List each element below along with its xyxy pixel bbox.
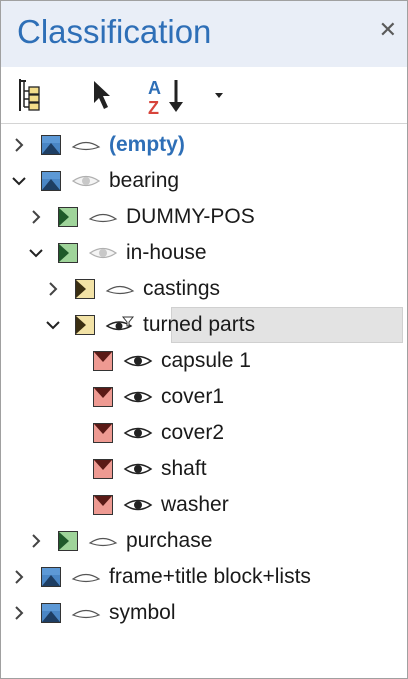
eye-icon[interactable] (123, 352, 153, 370)
part-icon (93, 387, 113, 407)
eye-icon[interactable] (123, 424, 153, 442)
svg-text:Z: Z (148, 98, 159, 116)
tree-item-label: in-house (126, 241, 207, 264)
tree-item[interactable]: cover2 (1, 415, 407, 451)
eye-icon[interactable] (123, 496, 153, 514)
cursor-arrow-icon[interactable] (83, 73, 123, 117)
tree-item-label: purchase (126, 529, 213, 552)
folder-yellow-icon (75, 279, 95, 299)
chevron-down-icon[interactable] (28, 245, 44, 261)
chevron-right-icon[interactable] (45, 281, 61, 297)
chevron-right-icon[interactable] (11, 569, 27, 585)
chevron-right-icon[interactable] (28, 533, 44, 549)
chevron-right-icon[interactable] (28, 209, 44, 225)
part-icon (93, 351, 113, 371)
folder-blue-icon (41, 567, 61, 587)
tree-item-label: symbol (109, 601, 176, 624)
eye-closed-icon[interactable] (71, 604, 101, 622)
tree-item-label: castings (143, 277, 221, 300)
tree-item[interactable]: frame+title block+lists (1, 559, 407, 595)
tree-item[interactable]: purchase (1, 523, 407, 559)
toolbar: A Z (1, 67, 407, 124)
eye-closed-icon[interactable] (88, 532, 118, 550)
tree-item[interactable]: shaft (1, 451, 407, 487)
tree-item[interactable]: DUMMY-POS (1, 199, 407, 235)
chevron-right-icon[interactable] (11, 137, 27, 153)
eye-icon[interactable] (123, 460, 153, 478)
panel-header: Classification ✕ (1, 1, 407, 67)
tree-item-label: cover2 (161, 421, 225, 444)
folder-green-icon (58, 531, 78, 551)
chevron-down-icon[interactable] (45, 317, 61, 333)
tree-item-label: capsule 1 (161, 349, 251, 372)
tree-item-label: turned parts (143, 313, 256, 336)
tree-item[interactable]: cover1 (1, 379, 407, 415)
tree-item-label: washer (161, 493, 229, 516)
eye-closed-icon[interactable] (88, 208, 118, 226)
dropdown-caret-icon[interactable] (207, 73, 231, 117)
tree-item[interactable]: (empty) (1, 127, 407, 163)
tree-item-label: cover1 (161, 385, 225, 408)
tree-item[interactable]: in-house (1, 235, 407, 271)
tree-item[interactable]: capsule 1 (1, 343, 407, 379)
tree-item-label: DUMMY-POS (126, 205, 255, 228)
chevron-down-icon[interactable] (11, 173, 27, 189)
eye-icon[interactable] (88, 244, 118, 262)
chevron-right-icon[interactable] (11, 605, 27, 621)
part-icon (93, 495, 113, 515)
part-icon (93, 459, 113, 479)
svg-text:A: A (148, 78, 161, 98)
close-icon[interactable]: ✕ (379, 19, 397, 41)
tree-item-label: frame+title block+lists (109, 565, 311, 588)
sort-az-icon[interactable]: A Z (143, 73, 191, 117)
eye-filter-icon[interactable] (105, 316, 135, 334)
tree-item-label: bearing (109, 169, 180, 192)
part-icon (93, 423, 113, 443)
tree-item[interactable]: bearing (1, 163, 407, 199)
folder-blue-icon (41, 603, 61, 623)
panel-title: Classification (17, 13, 212, 50)
eye-icon[interactable] (123, 388, 153, 406)
tree-item-label: shaft (161, 457, 207, 480)
tree-item[interactable]: washer (1, 487, 407, 523)
folder-yellow-icon (75, 315, 95, 335)
tree-item[interactable]: turned parts (1, 307, 407, 343)
eye-closed-icon[interactable] (71, 568, 101, 586)
eye-closed-icon[interactable] (71, 136, 101, 154)
tree-item[interactable]: castings (1, 271, 407, 307)
eye-closed-icon[interactable] (105, 280, 135, 298)
folder-green-icon (58, 243, 78, 263)
tree-item[interactable]: symbol (1, 595, 407, 631)
folder-blue-icon (41, 135, 61, 155)
tree-structure-icon[interactable] (11, 73, 47, 117)
folder-blue-icon (41, 171, 61, 191)
classification-panel: Classification ✕ A Z (empty) bearing DUM… (0, 0, 408, 679)
eye-icon[interactable] (71, 172, 101, 190)
tree-item-label: (empty) (109, 133, 185, 156)
folder-green-icon (58, 207, 78, 227)
